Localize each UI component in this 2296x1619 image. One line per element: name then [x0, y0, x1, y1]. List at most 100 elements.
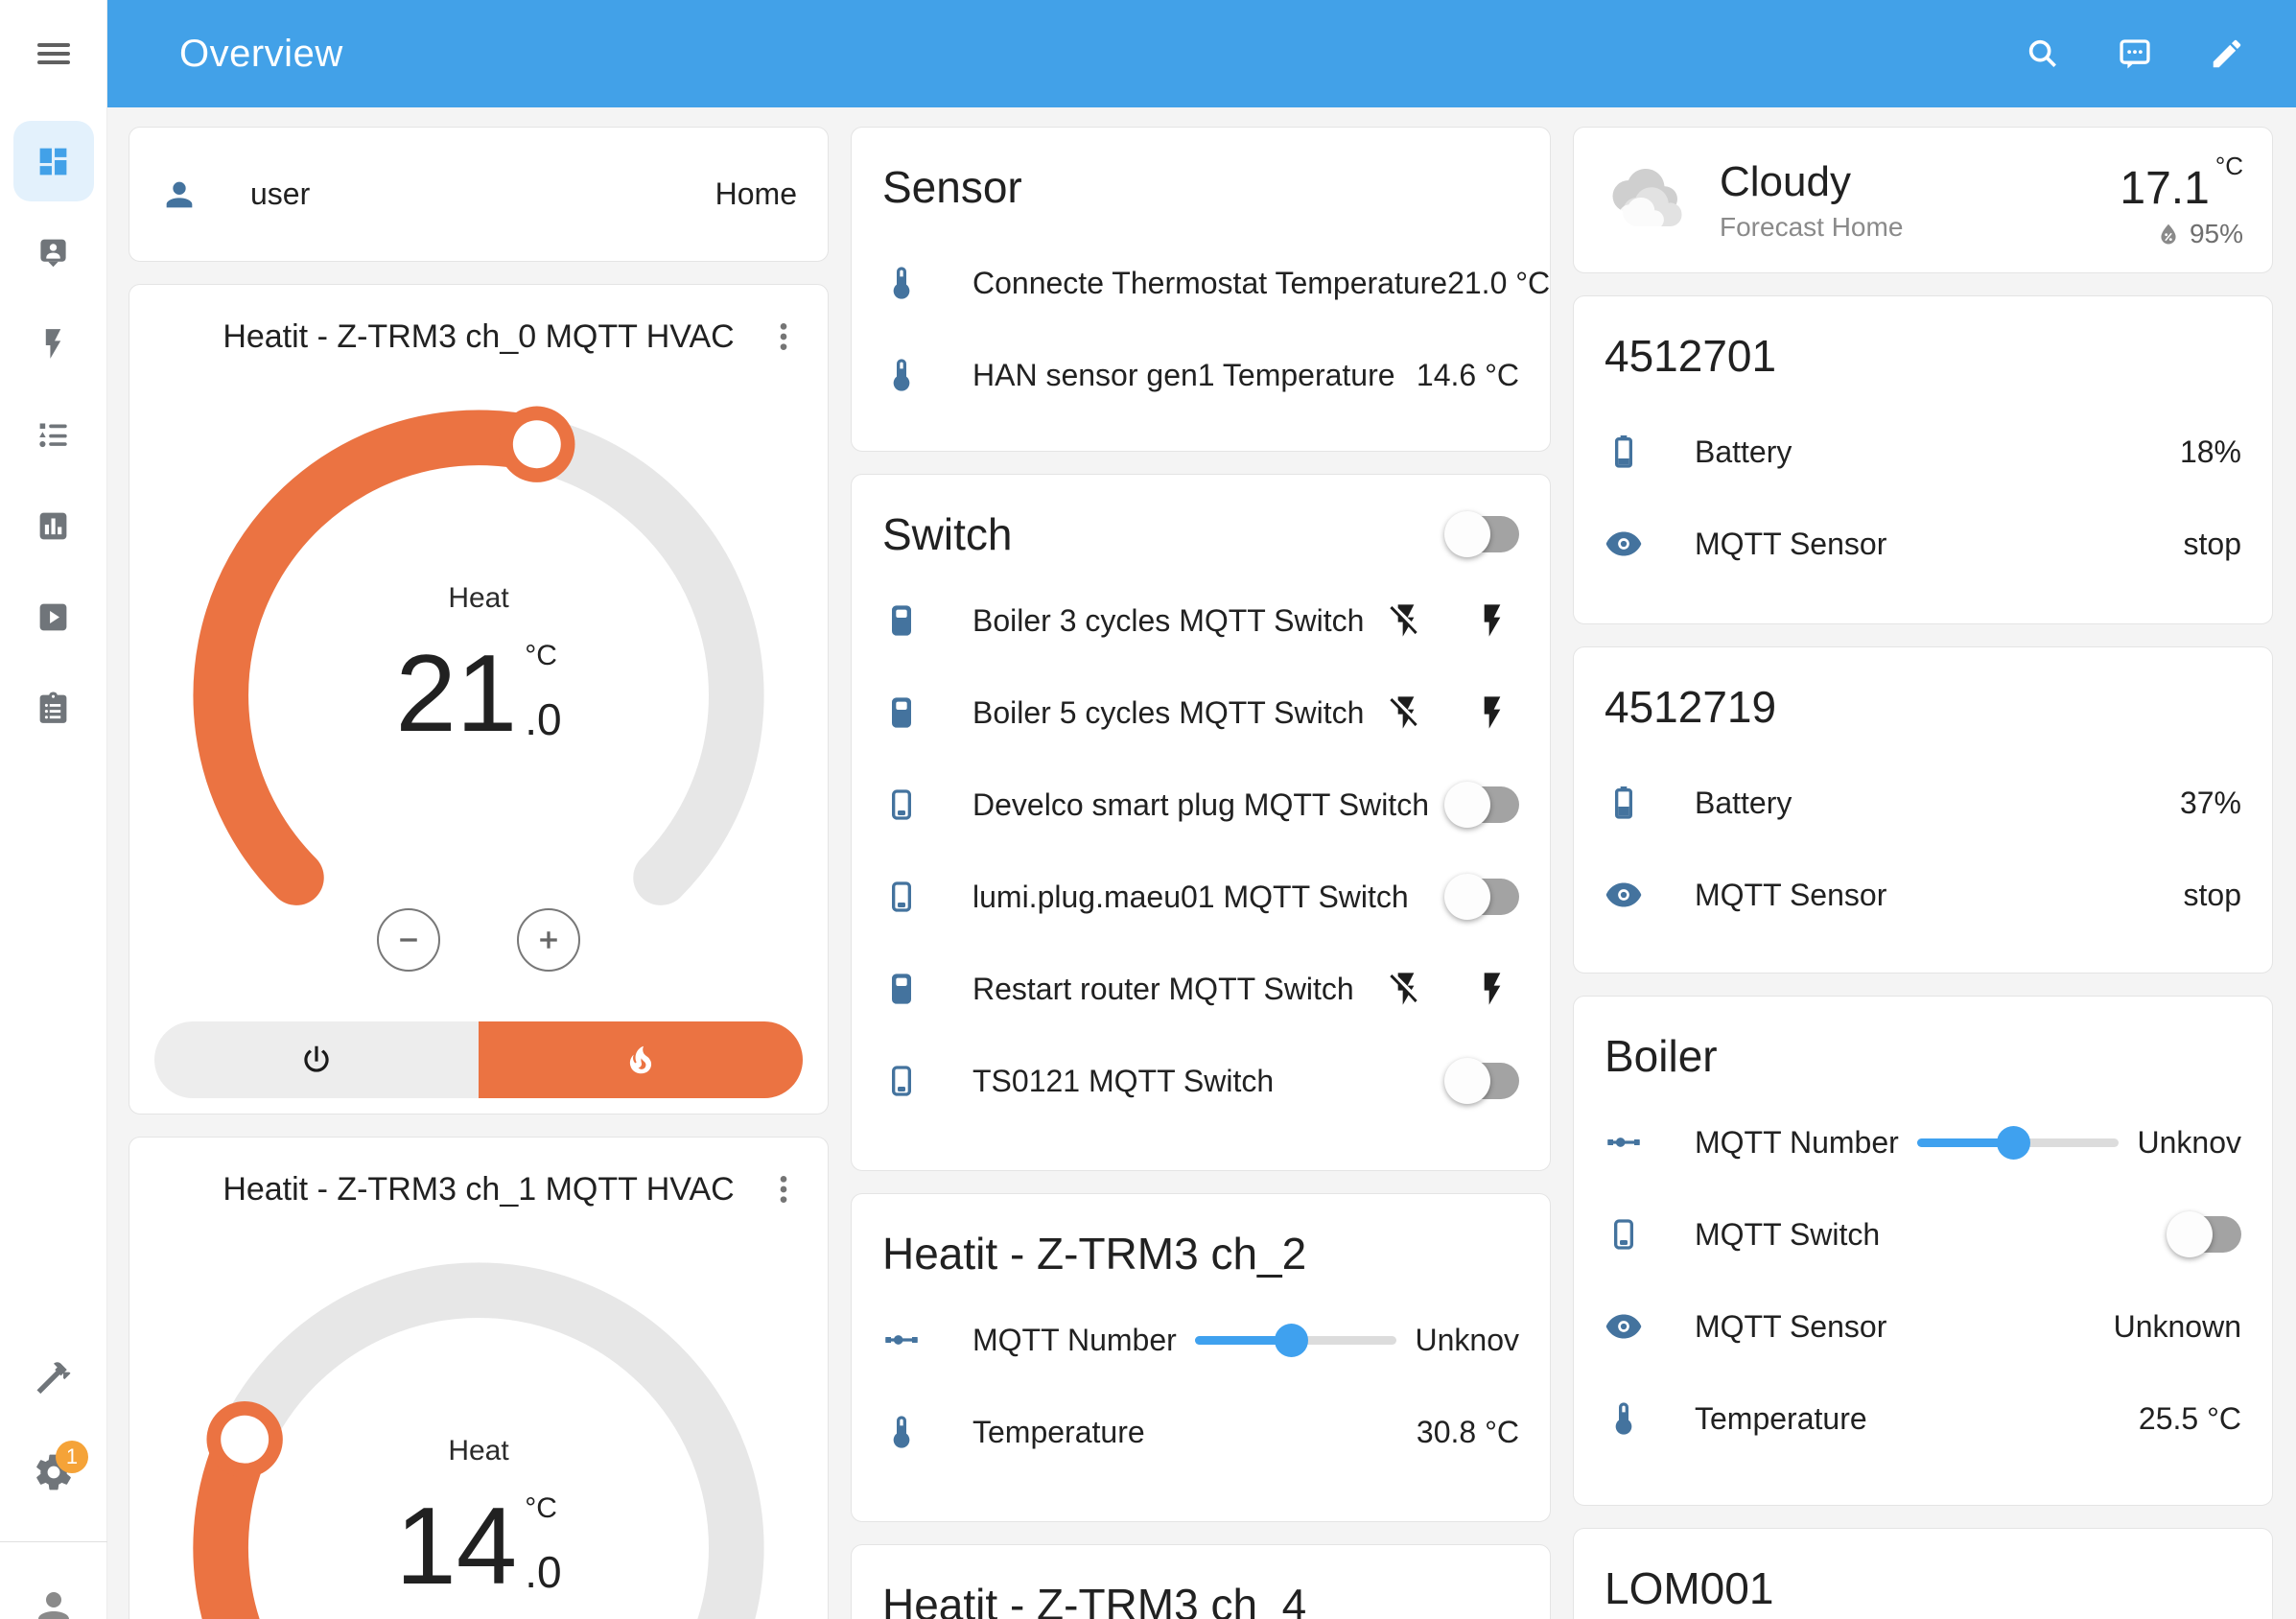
- heatit-ch4-card: Heatit - Z-TRM3 ch_4: [851, 1544, 1551, 1619]
- entity-row[interactable]: HAN sensor gen1 Temperature 14.6 °C: [882, 329, 1519, 421]
- entity-toggle[interactable]: [1444, 782, 1519, 828]
- entity-row[interactable]: Restart router MQTT Switch: [882, 943, 1519, 1035]
- entity-label: Temperature: [972, 1415, 1145, 1450]
- heatit-ch2-card: Heatit - Z-TRM3 ch_2 MQTT Number Unknov …: [851, 1193, 1551, 1522]
- entity-row[interactable]: MQTT Number Unknov: [882, 1294, 1519, 1386]
- temp-decrease-button[interactable]: [377, 908, 440, 972]
- entity-label: Connecte Thermostat Temperature: [972, 266, 1447, 301]
- thermostat-dial[interactable]: Heat 21 °C .0: [172, 388, 785, 1002]
- number-slider[interactable]: [1917, 1123, 2119, 1161]
- temperature-unit: °C: [525, 640, 561, 672]
- temperature-decimal: .0: [525, 693, 561, 745]
- page-title: Overview: [179, 33, 343, 76]
- entity-label: MQTT Sensor: [1695, 1309, 1886, 1345]
- entity-value: Unknown: [2114, 1309, 2241, 1345]
- sidebar-item-media[interactable]: [13, 576, 94, 657]
- entity-value: Unknov: [2138, 1125, 2242, 1161]
- user-entity-card[interactable]: user Home: [129, 127, 829, 262]
- ray-vertex-icon: [1605, 1123, 1643, 1161]
- switch-group-toggle[interactable]: [1444, 511, 1519, 557]
- entity-row[interactable]: Battery 37%: [1605, 757, 2241, 849]
- entity-row[interactable]: lumi.plug.maeu01 MQTT Switch: [882, 851, 1519, 943]
- switch-off-icon: [882, 1062, 921, 1100]
- card-title: Heatit - Z-TRM3 ch_1 MQTT HVAC: [129, 1138, 828, 1212]
- sidebar-item-settings[interactable]: [0, 1451, 107, 1493]
- more-options-icon[interactable]: [764, 1170, 803, 1208]
- hvac-mode-heat-button[interactable]: [479, 1021, 803, 1098]
- assist-chat-icon[interactable]: [2117, 35, 2153, 72]
- ray-vertex-icon: [882, 1321, 921, 1359]
- flash-icon[interactable]: [1473, 970, 1511, 1008]
- sidebar-item-badges[interactable]: [13, 212, 94, 293]
- entity-value: stop: [2184, 527, 2241, 562]
- entity-row[interactable]: Develco smart plug MQTT Switch: [882, 759, 1519, 851]
- main-area: Overview user Home Heatit - Z-TRM3 ch_0 …: [107, 0, 2296, 1619]
- sidebar-item-energy[interactable]: [13, 303, 94, 384]
- sidebar-item-history[interactable]: [13, 485, 94, 566]
- sidebar-item-developer-tools[interactable]: [0, 1357, 107, 1397]
- entity-row[interactable]: MQTT Sensor Unknown: [1605, 1280, 2241, 1373]
- entity-label: Develco smart plug MQTT Switch: [972, 787, 1429, 823]
- water-percent-icon: [2155, 221, 2182, 247]
- flash-off-icon[interactable]: [1387, 601, 1425, 640]
- weather-humidity: 95%: [2120, 219, 2243, 249]
- lightning-bolt-icon: [35, 326, 71, 362]
- sidebar-item-todo[interactable]: [13, 668, 94, 748]
- user-entity-value: Home: [715, 176, 797, 212]
- flash-icon[interactable]: [1473, 601, 1511, 640]
- entity-label: Boiler 5 cycles MQTT Switch: [972, 695, 1364, 731]
- entity-toggle[interactable]: [2167, 1211, 2241, 1257]
- entity-value: 37%: [2180, 786, 2241, 821]
- sidebar-item-overview[interactable]: [13, 121, 94, 201]
- edit-pencil-icon[interactable]: [2209, 35, 2245, 72]
- number-slider[interactable]: [1195, 1321, 1396, 1359]
- slider-knob[interactable]: [1997, 1126, 2030, 1160]
- entity-row[interactable]: Battery 18%: [1605, 406, 2241, 498]
- entity-row[interactable]: Connecte Thermostat Temperature 21.0 °C: [882, 237, 1519, 329]
- entity-row[interactable]: MQTT Sensor stop: [1605, 849, 2241, 941]
- entity-row[interactable]: Temperature 25.5 °C: [1605, 1373, 2241, 1465]
- sidebar-item-logbook[interactable]: [13, 394, 94, 475]
- sidebar-menu-button[interactable]: [0, 0, 106, 107]
- entity-row[interactable]: MQTT Switch: [1605, 1188, 2241, 1280]
- card-title: Heatit - Z-TRM3 ch_2: [882, 1194, 1519, 1280]
- logbook-icon: [35, 417, 71, 453]
- temp-increase-button[interactable]: [517, 908, 580, 972]
- clipboard-list-icon: [35, 691, 71, 726]
- entity-toggle[interactable]: [1444, 874, 1519, 920]
- flash-off-icon[interactable]: [1387, 970, 1425, 1008]
- thermometer-icon: [882, 264, 921, 302]
- entity-row[interactable]: Boiler 3 cycles MQTT Switch: [882, 575, 1519, 667]
- hvac-mode-selector: [154, 1021, 803, 1098]
- lom001-card: LOM001: [1573, 1528, 2273, 1619]
- hvac-mode-label: Heat: [172, 582, 785, 615]
- thermostat-dial[interactable]: Heat 14 °C .0: [172, 1241, 785, 1619]
- hvac-mode-label: Heat: [172, 1435, 785, 1467]
- entity-label: MQTT Number: [972, 1323, 1177, 1358]
- sidebar-nav: [0, 107, 106, 759]
- sidebar-user-avatar[interactable]: [0, 1584, 107, 1619]
- card-title: Heatit - Z-TRM3 ch_0 MQTT HVAC: [129, 285, 828, 360]
- search-icon[interactable]: [2025, 35, 2061, 72]
- entity-row[interactable]: TS0121 MQTT Switch: [882, 1035, 1519, 1127]
- device-4512701-card: 4512701 Battery 18% MQTT Sensor stop: [1573, 295, 2273, 624]
- flash-icon[interactable]: [1473, 693, 1511, 732]
- entity-row[interactable]: Boiler 5 cycles MQTT Switch: [882, 667, 1519, 759]
- flash-off-icon[interactable]: [1387, 693, 1425, 732]
- more-options-icon[interactable]: [764, 317, 803, 356]
- dashboard-view: user Home Heatit - Z-TRM3 ch_0 MQTT HVAC: [107, 107, 2296, 1619]
- weather-name: Forecast Home: [1720, 212, 1903, 243]
- entity-row[interactable]: MQTT Number Unknov: [1605, 1096, 2241, 1188]
- switch-entities-card: Switch Boiler 3 cycles MQTT Switch: [851, 474, 1551, 1171]
- entity-row[interactable]: Temperature 30.8 °C: [882, 1386, 1519, 1478]
- weather-forecast-card[interactable]: Cloudy Forecast Home 17.1°C 95%: [1573, 127, 2273, 273]
- fire-icon: [622, 1042, 659, 1078]
- boiler-card: Boiler MQTT Number Unknov MQTT Switch: [1573, 996, 2273, 1506]
- entity-label: TS0121 MQTT Switch: [972, 1064, 1274, 1099]
- weather-unit: °C: [2215, 152, 2243, 180]
- hvac-mode-off-button[interactable]: [154, 1021, 479, 1098]
- slider-knob[interactable]: [1275, 1324, 1308, 1357]
- entity-row[interactable]: MQTT Sensor stop: [1605, 498, 2241, 590]
- temperature-unit: °C: [525, 1492, 561, 1525]
- entity-toggle[interactable]: [1444, 1058, 1519, 1104]
